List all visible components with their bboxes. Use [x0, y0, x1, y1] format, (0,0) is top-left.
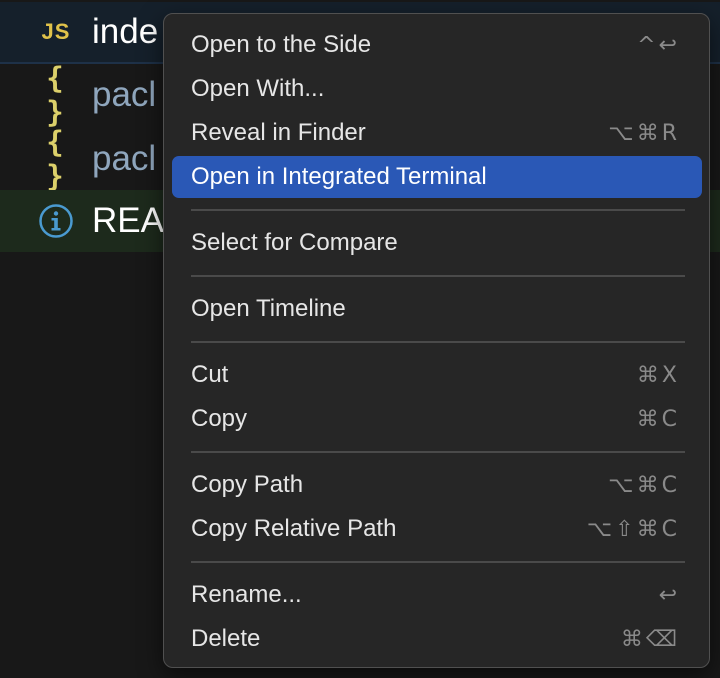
menu-item-label: Copy — [191, 405, 248, 432]
shortcut-label: ⌘X — [636, 362, 680, 388]
shortcut-label: ↩ — [658, 582, 680, 608]
menu-item-label: Reveal in Finder — [191, 119, 366, 146]
file-name: REA — [92, 201, 164, 240]
menu-item-label: Open in Integrated Terminal — [191, 163, 487, 190]
menu-item-label: Delete — [191, 625, 261, 652]
menu-item-label: Open Timeline — [191, 295, 346, 322]
json-file-icon: { } — [46, 61, 66, 129]
file-name: pacl — [92, 75, 157, 114]
info-icon — [36, 203, 76, 239]
menu-separator — [191, 341, 685, 343]
shortcut-label: ⌥⇧⌘C — [586, 516, 680, 542]
menu-item-copy-relative-path[interactable]: Copy Relative Path ⌥⇧⌘C — [172, 508, 702, 550]
menu-item-label: Cut — [191, 361, 229, 388]
menu-item-reveal-in-finder[interactable]: Reveal in Finder ⌥⌘R — [172, 112, 702, 154]
menu-item-label: Select for Compare — [191, 229, 398, 256]
menu-item-open-timeline[interactable]: Open Timeline — [172, 288, 702, 330]
shortcut-label: ^↩ — [637, 32, 680, 58]
json-file-icon: { } — [46, 125, 66, 193]
menu-item-copy[interactable]: Copy ⌘C — [172, 398, 702, 440]
shortcut-label: ⌥⌘C — [608, 472, 680, 498]
context-menu: Open to the Side ^↩ Open With... Reveal … — [163, 13, 710, 668]
menu-item-open-in-integrated-terminal[interactable]: Open in Integrated Terminal — [172, 156, 702, 198]
menu-item-cut[interactable]: Cut ⌘X — [172, 354, 702, 396]
menu-item-label: Copy Path — [191, 471, 304, 498]
file-name: inde — [92, 12, 159, 51]
shortcut-label: ⌘C — [636, 406, 680, 432]
menu-separator — [191, 561, 685, 563]
menu-item-label: Open With... — [191, 75, 325, 102]
menu-separator — [191, 209, 685, 211]
shortcut-label: ⌥⌘R — [608, 120, 680, 146]
menu-item-label: Rename... — [191, 581, 302, 608]
menu-item-copy-path[interactable]: Copy Path ⌥⌘C — [172, 464, 702, 506]
menu-separator — [191, 275, 685, 277]
menu-separator — [191, 451, 685, 453]
menu-item-open-to-the-side[interactable]: Open to the Side ^↩ — [172, 24, 702, 66]
menu-item-rename[interactable]: Rename... ↩ — [172, 574, 702, 616]
javascript-file-icon: JS — [41, 19, 71, 44]
menu-item-label: Copy Relative Path — [191, 515, 397, 542]
menu-item-select-for-compare[interactable]: Select for Compare — [172, 222, 702, 264]
menu-item-open-with[interactable]: Open With... — [172, 68, 702, 110]
menu-item-delete[interactable]: Delete ⌘⌫ — [172, 618, 702, 660]
menu-item-label: Open to the Side — [191, 31, 372, 58]
shortcut-label: ⌘⌫ — [620, 626, 680, 652]
file-name: pacl — [92, 139, 157, 178]
